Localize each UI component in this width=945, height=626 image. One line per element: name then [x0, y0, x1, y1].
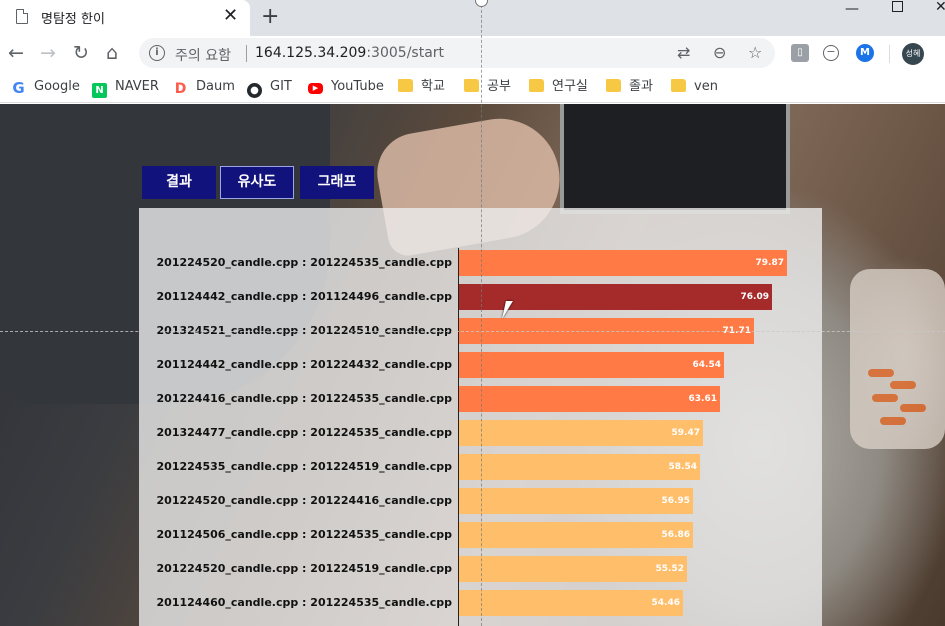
bookmark-folder-school[interactable]: 학교 [398, 77, 445, 97]
block-extension-icon[interactable]: − [823, 45, 839, 61]
bar-label: 201124442_candle.cpp : 201124496_candle.… [156, 290, 452, 303]
bookmark-folder-study[interactable]: 공부 [464, 77, 511, 97]
bookmark-folder-project[interactable]: 졸과 [606, 77, 653, 97]
omnibox-divider [246, 45, 247, 62]
profile-avatar[interactable]: 성혜 [902, 43, 924, 65]
bookmark-youtube[interactable]: ▶ YouTube [308, 77, 384, 97]
bar-value-label: 54.46 [651, 598, 680, 608]
youtube-icon: ▶ [308, 83, 323, 94]
naver-icon: N [92, 83, 107, 98]
bar-value-label: 59.47 [671, 428, 700, 438]
similarity-bar[interactable]: 63.61 [459, 386, 720, 412]
close-tab-icon[interactable]: ✕ [223, 6, 238, 26]
m-extension-icon[interactable]: M [856, 44, 874, 62]
similarity-bar[interactable]: 58.54 [459, 454, 700, 480]
bookmark-label: 학교 [421, 79, 445, 94]
maximize-icon[interactable] [892, 1, 903, 12]
background-laptop [560, 104, 790, 214]
bookmark-star-icon[interactable]: ☆ [748, 44, 762, 62]
daum-icon: D [174, 81, 187, 97]
folder-icon [606, 79, 621, 92]
tab-graph[interactable]: 그래프 [300, 166, 374, 199]
similarity-bar[interactable]: 64.54 [459, 352, 724, 378]
window-close-icon[interactable]: ✕ [935, 0, 945, 14]
url-text[interactable]: 164.125.34.209:3005/start [255, 45, 444, 61]
bar-value-label: 79.87 [755, 258, 784, 268]
bookmarks-bar: G Google N NAVER D Daum ● GIT ▶ YouTube 학교 공부… [0, 71, 945, 103]
tab-title: 명탐정 한이 [41, 12, 105, 27]
bookmark-folder-lab[interactable]: 연구실 [529, 77, 588, 97]
url-path: :3005/start [366, 45, 445, 61]
page-icon [16, 9, 28, 24]
bookmark-label: Daum [196, 79, 235, 94]
url-host: 164.125.34.209 [255, 45, 367, 61]
similarity-bar[interactable]: 56.86 [459, 522, 693, 548]
reload-icon[interactable]: ↻ [73, 40, 89, 66]
github-icon: ● [247, 83, 262, 98]
bar-label: 201224520_candle.cpp : 201224416_candle.… [156, 494, 452, 507]
bookmark-folder-ven[interactable]: ven [671, 77, 718, 97]
minimize-icon[interactable]: — [845, 2, 859, 16]
google-icon: G [12, 79, 25, 97]
tab-similarity[interactable]: 유사도 [220, 166, 294, 199]
security-warning[interactable]: 주의 요함 [175, 45, 231, 65]
bar-label: 201124460_candle.cpp : 201224535_candle.… [156, 596, 452, 609]
bookmark-label: 연구실 [552, 79, 588, 94]
translate-icon[interactable]: ⇄ [677, 44, 690, 62]
folder-icon [671, 79, 686, 92]
bookmark-label: Google [34, 79, 80, 94]
forward-icon[interactable]: → [40, 40, 56, 66]
bookmark-git[interactable]: ● GIT [247, 77, 292, 98]
bar-value-label: 76.09 [740, 292, 769, 302]
screen-ruler-horizontal [0, 331, 945, 332]
zoom-icon[interactable]: ⊖ [713, 44, 726, 62]
bookmark-label: ven [694, 79, 718, 94]
bookmark-label: 졸과 [629, 79, 653, 94]
bar-label: 201224535_candle.cpp : 201224519_candle.… [156, 460, 452, 473]
bookmark-daum[interactable]: D Daum [173, 77, 235, 97]
bookmark-label: 공부 [487, 79, 511, 94]
bookmark-naver[interactable]: N NAVER [92, 77, 159, 98]
bar-label: 201124506_candle.cpp : 201224535_candle.… [156, 528, 452, 541]
bar-value-label: 64.54 [692, 360, 721, 370]
similarity-bar[interactable]: 54.46 [459, 590, 683, 616]
bookmark-label: YouTube [331, 79, 384, 94]
bar-value-label: 56.86 [661, 530, 690, 540]
bookmark-label: GIT [270, 79, 292, 94]
browser-toolbar: ← → ↻ ⌂ i 주의 요함 164.125.34.209:3005/star… [0, 36, 945, 71]
tab-result[interactable]: 결과 [142, 166, 216, 199]
bar-value-label: 58.54 [668, 462, 697, 472]
home-icon[interactable]: ⌂ [106, 40, 118, 66]
similarity-bar[interactable]: 55.52 [459, 556, 687, 582]
toolbar-divider [889, 45, 890, 63]
bar-label: 201224520_candle.cpp : 201224519_candle.… [156, 562, 452, 575]
extension-icon[interactable]: ▯ [791, 44, 809, 62]
folder-icon [398, 79, 413, 92]
bookmark-label: NAVER [115, 79, 159, 94]
address-bar[interactable]: i 주의 요함 164.125.34.209:3005/start ⇄ ⊖ ☆ [139, 38, 775, 68]
page-background: 결과 유사도 그래프 201224520_candle.cpp : 201224… [0, 104, 945, 626]
info-icon[interactable]: i [149, 45, 165, 61]
bar-label: 201324477_candle.cpp : 201224535_candle.… [156, 426, 452, 439]
browser-tab[interactable]: 명탐정 한이 ✕ [0, 0, 250, 36]
screen-ruler-vertical [481, 0, 482, 626]
bookmark-google[interactable]: G Google [11, 77, 80, 97]
folder-icon [464, 79, 479, 92]
bar-value-label: 56.95 [661, 496, 690, 506]
back-icon[interactable]: ← [8, 40, 24, 66]
similarity-bar[interactable]: 59.47 [459, 420, 703, 446]
bar-label: 201224416_candle.cpp : 201224535_candle.… [156, 392, 452, 405]
background-carrots [850, 269, 945, 449]
similarity-bar[interactable]: 56.95 [459, 488, 693, 514]
tab-strip: 명탐정 한이 ✕ + — ✕ [0, 0, 945, 36]
similarity-bar[interactable]: 79.87 [459, 250, 787, 276]
new-tab-button[interactable]: + [261, 4, 279, 30]
bar-value-label: 63.61 [688, 394, 717, 404]
folder-icon [529, 79, 544, 92]
bar-value-label: 55.52 [655, 564, 684, 574]
bar-label: 201224520_candle.cpp : 201224535_candle.… [156, 256, 452, 269]
bar-label: 201124442_candle.cpp : 201224432_candle.… [156, 358, 452, 371]
